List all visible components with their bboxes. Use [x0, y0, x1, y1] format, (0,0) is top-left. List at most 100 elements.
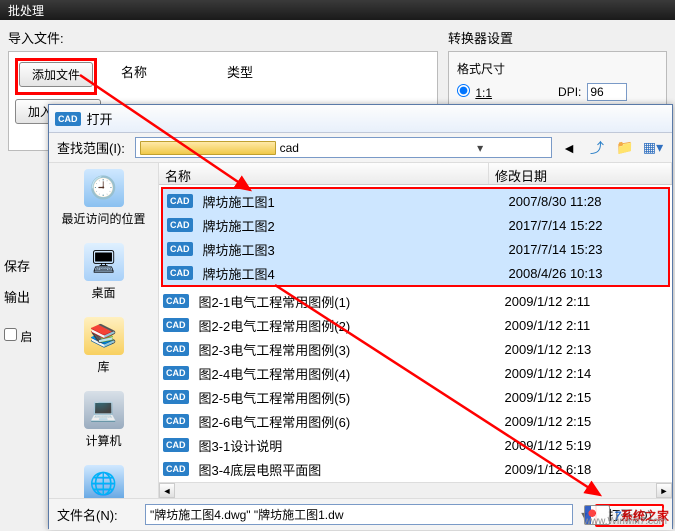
library-icon: 📚 — [84, 317, 124, 355]
header-name[interactable]: 名称 — [159, 163, 489, 184]
filename-label: 文件名(N): — [57, 505, 137, 524]
dpi-input[interactable] — [587, 83, 627, 101]
file-name: 图3-1设计说明 — [195, 436, 505, 455]
save-label: 保存 — [0, 250, 50, 281]
place-desktop[interactable]: 🖥 桌面 — [49, 237, 158, 311]
file-date: 2009/1/12 5:19 — [505, 438, 669, 453]
main-titlebar: 批处理 — [0, 0, 675, 20]
watermark-url: www.Winwin7.com — [584, 516, 667, 527]
converter-group-label: 转换器设置 — [448, 28, 667, 47]
place-library[interactable]: 📚 库 — [49, 311, 158, 385]
file-date: 2009/1/12 2:14 — [505, 366, 669, 381]
startup-checkbox[interactable]: 启 — [4, 330, 32, 344]
look-in-label: 查找范围(I): — [57, 138, 125, 157]
dialog-titlebar: CAD 打开 — [49, 105, 672, 133]
main-title: 批处理 — [8, 4, 44, 18]
cad-file-icon: CAD — [167, 218, 193, 232]
folder-icon — [140, 141, 276, 155]
watermark: 7系统之家 www.Winwin7.com — [584, 505, 669, 525]
view-menu-icon[interactable]: ▦▾ — [642, 137, 664, 159]
file-name: 图2-6电气工程常用图例(6) — [195, 412, 505, 431]
file-date: 2009/1/12 2:11 — [505, 318, 669, 333]
filename-input[interactable] — [145, 504, 573, 525]
format-size-label: 格式尺寸 — [457, 60, 658, 77]
file-date: 2007/8/30 11:28 — [509, 194, 665, 209]
cad-file-icon: CAD — [163, 318, 189, 332]
cad-file-icon: CAD — [163, 294, 189, 308]
place-recent[interactable]: 🕘 最近访问的位置 — [49, 163, 158, 237]
output-label: 输出 — [0, 281, 50, 312]
recent-places-icon: 🕘 — [84, 169, 124, 207]
scroll-right-icon[interactable]: ► — [656, 483, 672, 498]
col-header-type: 类型 — [227, 62, 253, 81]
file-row[interactable]: CAD 图3-4底层电照平面图2009/1/12 6:18 — [159, 457, 672, 481]
places-bar: 🕘 最近访问的位置 🖥 桌面 📚 库 💻 计算机 🌐 网络 — [49, 163, 159, 498]
file-name: 图2-3电气工程常用图例(3) — [195, 340, 505, 359]
chevron-down-icon[interactable]: ▾ — [413, 141, 547, 155]
desktop-icon: 🖥 — [84, 243, 124, 281]
file-row[interactable]: CAD 牌坊施工图12007/8/30 11:28 — [163, 189, 668, 213]
file-row[interactable]: CAD 图3-1设计说明2009/1/12 5:19 — [159, 433, 672, 457]
file-date: 2017/7/14 15:23 — [509, 242, 665, 257]
file-row[interactable]: CAD图2-5电气工程常用图例(5)2009/1/12 2:15 — [159, 385, 672, 409]
file-name: 牌坊施工图1 — [199, 192, 509, 211]
file-row[interactable]: CAD 牌坊施工图32017/7/14 15:23 — [163, 237, 668, 261]
file-name: 图2-1电气工程常用图例(1) — [195, 292, 505, 311]
add-file-button[interactable]: 添加文件 — [19, 62, 93, 87]
file-row[interactable]: CAD 图2-4电气工程常用图例(4)2009/1/12 2:14 — [159, 361, 672, 385]
dpi-label: DPI: — [558, 85, 581, 99]
dialog-toolbar: 查找范围(I): cad ▾ ◄ ⤴ 📁 ▦▾ — [49, 133, 672, 163]
cad-file-icon: CAD — [167, 266, 193, 280]
list-header: 名称 修改日期 — [159, 163, 672, 185]
folder-combo[interactable]: cad ▾ — [135, 137, 552, 158]
file-date: 2009/1/12 2:15 — [505, 390, 669, 405]
file-list[interactable]: CAD 牌坊施工图12007/8/30 11:28 CAD 牌坊施工图22017/7/… — [159, 185, 672, 482]
cad-app-icon: CAD — [55, 112, 81, 126]
file-name: 图2-2电气工程常用图例(2) — [195, 316, 505, 335]
cad-file-icon: CAD — [167, 242, 193, 256]
horizontal-scrollbar[interactable]: ◄ ► — [159, 482, 672, 498]
cad-file-icon: CAD — [163, 366, 189, 380]
file-date: 2009/1/12 2:15 — [505, 414, 669, 429]
scroll-left-icon[interactable]: ◄ — [159, 483, 175, 498]
ratio-1-1-radio[interactable]: 1:1 — [457, 84, 492, 100]
header-date[interactable]: 修改日期 — [489, 163, 672, 184]
file-date: 2009/1/12 6:18 — [505, 462, 669, 477]
folder-name: cad — [280, 141, 414, 155]
file-date: 2009/1/12 2:11 — [505, 294, 669, 309]
file-date: 2009/1/12 2:13 — [505, 342, 669, 357]
cad-file-icon: CAD — [163, 414, 189, 428]
place-network[interactable]: 🌐 网络 — [49, 459, 158, 498]
cad-file-icon: CAD — [163, 342, 189, 356]
file-row[interactable]: CAD 图2-3电气工程常用图例(3)2009/1/12 2:13 — [159, 337, 672, 361]
file-row[interactable]: CAD 图2-1电气工程常用图例(1)2009/1/12 2:11 — [159, 289, 672, 313]
dialog-title: 打开 — [87, 109, 113, 128]
import-files-label: 导入文件: — [8, 28, 438, 47]
file-row[interactable]: CAD 牌坊施工图22017/7/14 15:22 — [163, 213, 668, 237]
cad-file-icon: CAD — [163, 438, 189, 452]
open-dialog: CAD 打开 查找范围(I): cad ▾ ◄ ⤴ 📁 ▦▾ 🕘 最近访问的位置… — [48, 104, 673, 529]
file-name: 牌坊施工图2 — [199, 216, 509, 235]
file-row[interactable]: CAD 牌坊施工图42008/4/26 10:13 — [163, 261, 668, 285]
file-list-area: 名称 修改日期 CAD 牌坊施工图12007/8/30 11:28 CAD 牌坊施工图… — [159, 163, 672, 498]
place-computer[interactable]: 💻 计算机 — [49, 385, 158, 459]
network-icon: 🌐 — [84, 465, 124, 498]
file-date: 2017/7/14 15:22 — [509, 218, 665, 233]
up-folder-icon[interactable]: ⤴ — [586, 137, 608, 159]
file-date: 2008/4/26 10:13 — [509, 266, 665, 281]
left-sidebar: 保存 输出 启 — [0, 250, 50, 351]
file-row[interactable]: CAD 图2-6电气工程常用图例(6)2009/1/12 2:15 — [159, 409, 672, 433]
computer-icon: 💻 — [84, 391, 124, 429]
cad-file-icon: CAD — [163, 462, 189, 476]
back-icon[interactable]: ◄ — [558, 137, 580, 159]
new-folder-icon[interactable]: 📁 — [614, 137, 636, 159]
file-name: 图3-4底层电照平面图 — [195, 460, 505, 479]
col-header-name: 名称 — [121, 62, 147, 81]
file-row[interactable]: CAD 图2-2电气工程常用图例(2)2009/1/12 2:11 — [159, 313, 672, 337]
dialog-bottom: 文件名(N): ▾ 打开(O) — [49, 498, 672, 530]
file-name: 牌坊施工图4 — [199, 264, 509, 283]
cad-file-icon: CAD — [167, 194, 193, 208]
file-name: 牌坊施工图3 — [199, 240, 509, 259]
file-name: 图2-4电气工程常用图例(4) — [195, 364, 505, 383]
cad-file-icon: CAD — [163, 390, 189, 404]
